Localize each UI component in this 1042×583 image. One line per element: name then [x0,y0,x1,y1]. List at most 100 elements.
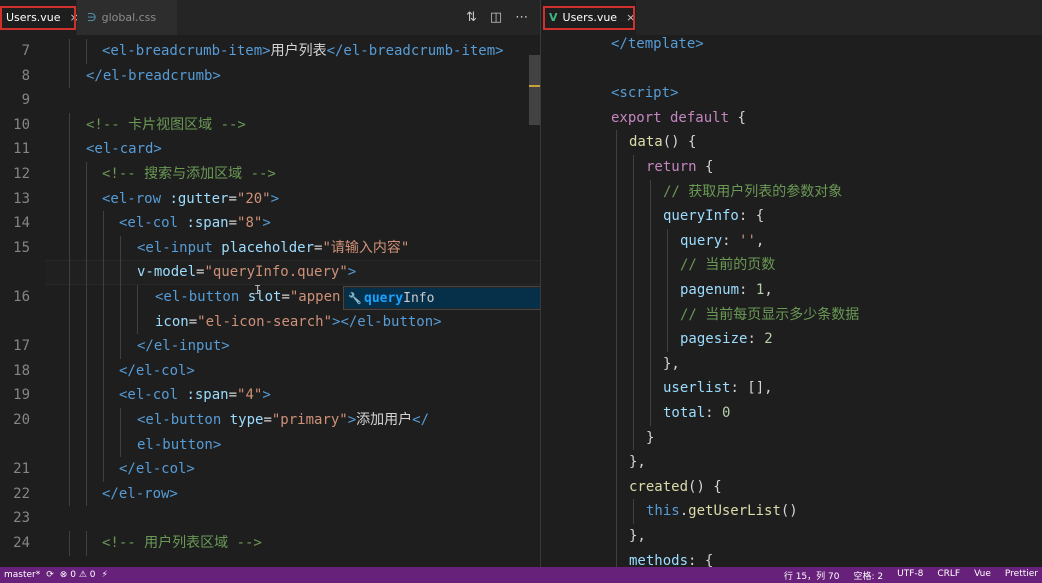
cursor-position[interactable]: 行 15，列 70 [784,569,840,582]
split-editor-icon[interactable]: ◫ [490,10,502,25]
code-line[interactable]: 11 <el-card> [0,137,540,162]
code-text: queryInfo: { [663,208,765,225]
code-text: pagenum: 1, [680,282,773,298]
left-tab-bar: Users.vue × ∋ global.css ⇅ ◫ ⋯ [0,0,540,35]
line-number: 15 [13,239,30,256]
code-line[interactable]: 23 [0,506,540,531]
code-line[interactable]: 66pagenum: 1, [541,278,1042,303]
line-number: 17 [13,338,30,355]
code-line[interactable]: 74created() { [541,474,1042,500]
code-line[interactable]: 76}, [541,524,1042,549]
code-text: } [646,429,655,446]
code-line[interactable]: 24 <!-- 用户列表区域 --> [0,531,540,556]
code-line[interactable]: 8 </el-breadcrumb> [0,63,540,89]
language-mode[interactable]: Vue [974,569,991,582]
code-line[interactable]: 57 [541,57,1042,82]
code-line[interactable]: 7 <el-breadcrumb-item>用户列表</el-breadcrumb… [0,39,540,64]
code-line[interactable]: 17 </el-input> [0,334,540,359]
code-line[interactable]: 13 <el-row :gutter="20"> [0,186,540,212]
sync-icon[interactable]: ⟳ [46,570,54,580]
indentation[interactable]: 空格: 2 [853,569,883,582]
end-of-line[interactable]: CRLF [937,569,960,582]
code-line[interactable]: 65// 当前的页数 [541,253,1042,278]
line-number: 14 [13,215,30,232]
code-text: <el-row :gutter="20"> [102,190,280,207]
code-line[interactable]: 14 <el-col :span="8"> [0,211,540,236]
encoding[interactable]: UTF-8 [897,569,923,582]
code-line[interactable]: 72} [541,425,1042,451]
code-text: <!-- 卡片视图区域 --> [86,116,246,133]
code-line[interactable]: 56</template> [541,32,1042,57]
code-line[interactable]: 68pagesize: 2 [541,327,1042,352]
code-text: // 当前的页数 [680,257,776,274]
tab-users-vue-right[interactable]: V Users.vue × [541,0,636,35]
code-text: </el-breadcrumb> [86,67,221,84]
git-compare-icon[interactable]: ⇅ [466,10,477,25]
code-text: <el-col :span="8"> [119,215,271,232]
code-line[interactable]: 61return { [541,155,1042,180]
tab-users-vue-left[interactable]: Users.vue × [0,0,79,35]
code-line[interactable]: 71total: 0 [541,401,1042,426]
code-line[interactable]: 21 </el-col> [0,457,540,482]
code-line[interactable]: 22 </el-row> [0,481,540,507]
code-text: userlist: [], [663,380,773,397]
code-line[interactable]: 18 </el-col> [0,358,540,384]
css-file-icon: ∋ [87,11,97,24]
close-icon[interactable]: × [626,11,635,24]
code-text: </el-col> [119,461,195,478]
warning-icon: ⚠ [78,570,87,580]
tab-label: Users.vue [6,11,61,24]
code-text: // 当前每页显示多少条数据 [680,306,860,323]
editor-actions: ⇅ ◫ ⋯ [466,0,528,35]
code-line[interactable]: 69}, [541,351,1042,377]
code-line[interactable]: 20 <el-button type="primary">添加用户</ [0,408,540,433]
code-line[interactable]: icon="el-icon-search"></el-button> [0,309,540,335]
formatter[interactable]: Prettier [1005,569,1038,582]
code-text: <el-col :span="4"> [119,387,271,404]
more-actions-icon[interactable]: ⋯ [515,10,528,25]
code-line[interactable]: 73}, [541,450,1042,475]
line-number: 11 [13,141,30,158]
autocomplete-suggestion[interactable]: 🔧 queryInfo i [343,286,540,310]
left-scrollbar[interactable] [529,55,540,125]
code-line[interactable]: 60data() { [541,130,1042,155]
tab-global-css[interactable]: ∋ global.css [77,0,177,35]
code-line[interactable]: 75this.getUserList() [541,499,1042,524]
problems-indicator[interactable]: ⊗ 0 ⚠ 0 [60,570,96,580]
code-line[interactable]: 67// 当前每页显示多少条数据 [541,302,1042,328]
code-line[interactable]: 70userlist: [], [541,376,1042,401]
code-line[interactable]: 9 [0,88,540,113]
line-number: 24 [13,535,30,551]
right-code-editor[interactable]: 56</template>5758<script>59export defaul… [541,35,1042,567]
code-text: query: '', [680,232,765,249]
line-number: 13 [13,190,30,207]
code-line[interactable]: 62// 获取用户列表的参数对象 [541,179,1042,205]
left-editor-group: Users.vue × ∋ global.css ⇅ ◫ ⋯ 7 <el-brea… [0,0,540,567]
code-text: </template> [611,36,704,52]
code-text: </el-col> [119,362,195,379]
code-line[interactable]: 19 <el-col :span="4"> [0,383,540,408]
git-branch[interactable]: master* [4,570,40,580]
code-line[interactable]: 15 <el-input placeholder="请输入内容" [0,235,540,261]
code-line[interactable]: 58<script> [541,81,1042,106]
code-line[interactable]: v-model="queryInfo.query"> [0,260,540,285]
code-line[interactable]: 59export default { [541,106,1042,131]
code-text: </el-row> [102,485,178,502]
tab-label: Users.vue [562,11,618,24]
code-text: <el-card> [86,141,162,158]
line-number: 7 [21,43,30,59]
code-text: <el-button type="primary">添加用户</ [137,412,430,428]
code-text: return { [646,159,714,175]
line-number: 21 [13,461,30,478]
code-line[interactable]: 10 <!-- 卡片视图区域 --> [0,112,540,138]
code-line[interactable]: 77methods: { [541,548,1042,567]
code-line[interactable]: 12 <!-- 搜索与添加区域 --> [0,162,540,187]
line-number: 12 [13,166,30,182]
code-line[interactable]: el-button> [0,432,540,458]
code-line[interactable]: 63queryInfo: { [541,204,1042,229]
code-text: <el-input placeholder="请输入内容" [137,239,410,256]
bolt-icon[interactable]: ⚡ [102,570,108,580]
line-number: 16 [13,289,30,305]
code-line[interactable]: 64query: '', [541,228,1042,254]
line-number: 22 [13,485,30,502]
